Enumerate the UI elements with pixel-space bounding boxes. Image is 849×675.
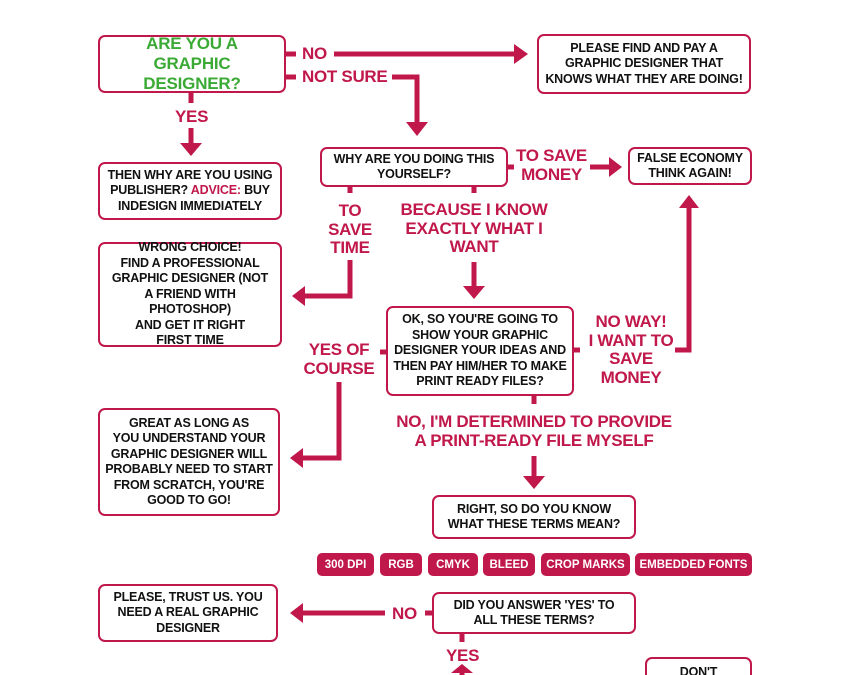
node-text: DESIGNER [156, 620, 220, 635]
label-line: EXACTLY WHAT I [405, 218, 543, 238]
label-because: BECAUSE I KNOW EXACTLY WHAT I WANT [394, 200, 554, 257]
node-text: INDESIGN IMMEDIATELY [118, 198, 262, 213]
label-no: NO [302, 44, 327, 63]
node-text: GRAPHIC DESIGNER THAT [564, 56, 724, 71]
arrowhead [292, 286, 305, 306]
node-text: AND GET IT RIGHT [135, 317, 245, 332]
node-why: WHY ARE YOU DOING THIS YOURSELF? [320, 147, 508, 187]
label-line: YES OF [308, 340, 370, 359]
flowchart: ARE YOU A GRAPHIC DESIGNER? PLEASE FIND A… [0, 0, 849, 675]
arrowhead [290, 603, 303, 623]
label-line: COURSE [303, 358, 375, 378]
label-line: TO SAVE [516, 146, 587, 165]
node-great: GREAT AS LONG AS YOU UNDERSTAND YOUR GRAPH… [98, 408, 280, 516]
advice-text: ADVICE: [190, 183, 241, 198]
arrowhead [463, 286, 485, 299]
node-false-economy: FALSE ECONOMY THINK AGAIN! [628, 147, 752, 185]
node-text: DON'T [679, 665, 718, 675]
node-text: DESIGNER YOUR IDEAS AND [394, 343, 566, 358]
node-trust-us: PLEASE, TRUST US. YOU NEED A REAL GRAPHIC… [98, 584, 278, 642]
node-wrong-choice: WRONG CHOICE! FIND A PROFESSIONAL GRAPHIC … [98, 240, 282, 348]
term-pill: CROP MARKS [541, 553, 630, 576]
label-line: A PRINT-READY FILE MYSELF [414, 430, 654, 450]
label-line: BECAUSE I KNOW [400, 200, 548, 219]
label-determined: NO, I'M DETERMINED TO PROVIDE A PRINT-REA… [394, 412, 674, 450]
label-no-2: NO [392, 604, 417, 623]
node-text: WHAT THESE TERMS MEAN? [447, 517, 621, 531]
term-pill: RGB [380, 553, 422, 576]
label-yes-2: YES [446, 646, 480, 665]
node-text: DID YOU ANSWER 'YES' TO [453, 597, 615, 612]
node-answer-yes: DID YOU ANSWER 'YES' TO ALL THESE TERMS? [432, 592, 636, 634]
label-line: SAVE [328, 219, 372, 239]
node-text: SHOW YOUR GRAPHIC [412, 327, 548, 342]
node-text: FALSE ECONOMY [637, 150, 743, 165]
node-text: FROM SCRATCH, YOU'RE [113, 477, 265, 492]
node-text: PROBABLY NEED TO START [105, 462, 273, 476]
label-no-way: NO WAY! I WANT TO SAVE MONEY [586, 312, 676, 387]
node-start: ARE YOU A GRAPHIC DESIGNER? [98, 34, 286, 93]
label-to-save-time: TO SAVE TIME [320, 201, 380, 258]
node-text: PLEASE FIND AND PAY A [570, 40, 718, 55]
term-pill: CMYK [428, 553, 478, 576]
arrowhead [679, 195, 699, 208]
arrowhead [406, 122, 428, 136]
label-line: SAVE [609, 349, 653, 368]
arrowhead [523, 476, 545, 489]
label-line: TO [338, 201, 362, 220]
node-text: PUBLISHER? ADVICE: BUY [108, 183, 273, 199]
node-text: THEN WHY ARE YOU USING [107, 167, 273, 182]
arrowhead [609, 157, 622, 177]
node-text: KNOWS WHAT THEY ARE DOING! [545, 71, 743, 86]
node-text: FIRST TIME [156, 333, 224, 348]
node-text: FIND A PROFESSIONAL [120, 255, 260, 270]
node-text: WHY ARE YOU DOING THIS [333, 151, 495, 166]
node-text: PLEASE, TRUST US. YOU [113, 589, 263, 604]
arrowhead [180, 143, 202, 156]
node-text: GRAPHIC DESIGNER? [143, 54, 241, 93]
label-line: NO WAY! [595, 312, 667, 331]
node-text: GRAPHIC DESIGNER WILL [110, 446, 268, 461]
label-not-sure: NOT SURE [302, 67, 388, 86]
node-publisher: THEN WHY ARE YOU USING PUBLISHER? ADVICE… [98, 162, 282, 220]
node-text: NEED A REAL GRAPHIC [117, 605, 259, 620]
node-text: PRINT READY FILES? [416, 374, 544, 389]
arrowhead [290, 448, 303, 468]
label-line: I WANT TO [588, 330, 674, 350]
node-text: THEN PAY HIM/HER TO MAKE [393, 358, 567, 373]
node-hire-designer: PLEASE FIND AND PAY A GRAPHIC DESIGNER TH… [537, 34, 751, 94]
node-text: YOURSELF? [377, 167, 451, 181]
node-text: OK, SO YOU'RE GOING TO [402, 312, 558, 327]
node-dont: DON'T [645, 657, 752, 675]
node-text: WRONG CHOICE! [138, 240, 242, 255]
label-to-save-money: TO SAVE MONEY [516, 146, 587, 184]
node-know-terms: RIGHT, SO DO YOU KNOW WHAT THESE TERMS ME… [432, 495, 636, 539]
label-line: MONEY [521, 164, 582, 184]
term-pill: 300 DPI [317, 553, 374, 576]
node-text: GRAPHIC DESIGNER (NOT [111, 271, 269, 286]
label-line: TIME [330, 238, 370, 257]
node-text-part: BUY [240, 183, 270, 198]
node-text-part: PUBLISHER? [110, 183, 191, 198]
label-yes: YES [175, 107, 209, 126]
term-pill: BLEED [483, 553, 535, 576]
node-text: YOU UNDERSTAND YOUR [112, 431, 266, 445]
arrowhead [514, 44, 528, 64]
node-text: GOOD TO GO! [147, 493, 231, 507]
label-line: MONEY [600, 367, 662, 387]
node-text: A FRIEND WITH PHOTOSHOP) [144, 286, 236, 317]
label-line: NO, I'M DETERMINED TO PROVIDE [396, 412, 672, 431]
node-text: ALL THESE TERMS? [473, 613, 595, 627]
node-text: ARE YOU A [146, 34, 238, 53]
node-text: GREAT AS LONG AS [129, 415, 249, 430]
label-line: WANT [449, 237, 499, 256]
label-yes-of-course: YES OF COURSE [299, 340, 379, 378]
node-text: RIGHT, SO DO YOU KNOW [457, 501, 611, 516]
term-pill: EMBEDDED FONTS [635, 553, 752, 576]
node-show-ideas: OK, SO YOU'RE GOING TO SHOW YOUR GRAPHIC D… [386, 306, 574, 396]
node-text: THINK AGAIN! [648, 166, 732, 180]
